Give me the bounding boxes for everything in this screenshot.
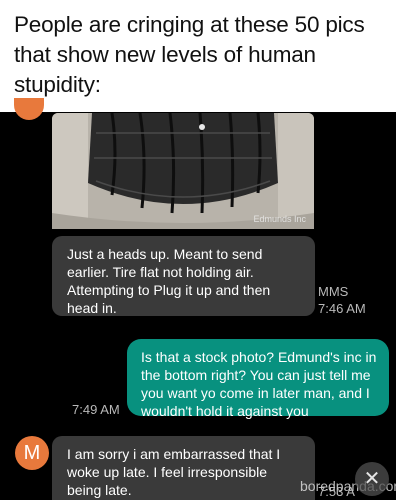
incoming-message-1[interactable]: Just a heads up. Meant to send earlier. …: [52, 236, 315, 316]
close-button[interactable]: ✕: [355, 462, 389, 496]
tire-photo[interactable]: Edmunds Inc: [52, 113, 314, 229]
headline-text: People are cringing at these 50 pics tha…: [14, 12, 365, 97]
incoming-message-2-text: I am sorry i am embarrassed that I woke …: [67, 446, 281, 498]
outgoing-message-1[interactable]: Is that a stock photo? Edmund's inc in t…: [127, 339, 389, 419]
outgoing-message-1-time: 7:49 AM: [72, 402, 120, 417]
headline-banner: People are cringing at these 50 pics tha…: [0, 0, 396, 112]
close-icon: ✕: [363, 468, 381, 490]
incoming-message-2[interactable]: I am sorry i am embarrassed that I woke …: [52, 436, 315, 500]
avatar[interactable]: M: [15, 436, 49, 470]
tire-illustration: [52, 113, 314, 229]
incoming-message-1-time: 7:46 AM: [318, 301, 366, 316]
outgoing-message-1-text: Is that a stock photo? Edmund's inc in t…: [141, 349, 377, 419]
message-type-label: MMS: [318, 284, 349, 299]
incoming-message-1-text: Just a heads up. Meant to send earlier. …: [67, 246, 271, 316]
photo-watermark: Edmunds Inc: [253, 214, 306, 224]
incoming-message-1-meta: MMS 7:46 AM: [318, 283, 366, 317]
